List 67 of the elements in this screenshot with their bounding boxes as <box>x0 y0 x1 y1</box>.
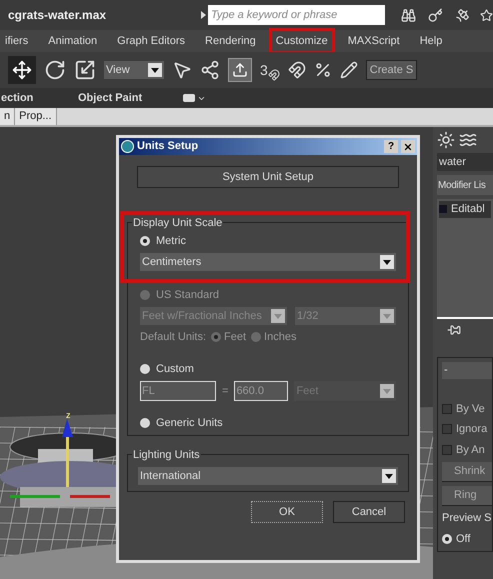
checkbox[interactable]: By An <box>442 442 492 458</box>
close-button[interactable] <box>401 140 415 153</box>
dialog-button[interactable]: OK <box>251 501 323 523</box>
radio-button[interactable] <box>442 534 452 544</box>
radio-label: Custom <box>156 362 194 377</box>
radio-button[interactable] <box>140 236 150 246</box>
named-selection-field[interactable]: Create S <box>366 60 418 80</box>
expand-arrow-icon[interactable] <box>200 11 206 19</box>
snap-button[interactable]: 3 <box>260 60 280 80</box>
group-label: Lighting Units <box>132 447 201 464</box>
window-title: cgrats-water.max <box>8 7 108 24</box>
search-field[interactable]: Type a keyword or phrase <box>208 5 385 25</box>
radio-label: US Standard <box>156 288 219 303</box>
angle-snap-icon[interactable] <box>288 61 306 79</box>
ribbon-menu-icon[interactable] <box>183 94 206 102</box>
dialog-title: Units Setup <box>137 139 200 154</box>
rollout-header[interactable]: - <box>442 362 492 378</box>
menu-item[interactable]: MAXScript <box>340 28 407 54</box>
close-icon <box>403 142 413 152</box>
rotate-icon[interactable] <box>44 59 66 81</box>
upload-icon <box>232 62 248 78</box>
menu-item[interactable]: ifiers <box>0 28 36 54</box>
placement-button[interactable] <box>228 58 252 82</box>
stack-item[interactable]: Editabl <box>439 201 491 218</box>
pin-icon[interactable] <box>447 323 461 337</box>
radio-label: Generic Units <box>156 416 223 431</box>
radio-button[interactable] <box>140 418 150 428</box>
move-button[interactable] <box>8 56 36 84</box>
modifier-list-dropdown[interactable]: Modifier Lis <box>437 175 493 195</box>
key-icon[interactable] <box>428 8 443 22</box>
view-dropdown[interactable]: View <box>104 61 164 79</box>
percent-snap-icon[interactable] <box>314 61 332 79</box>
menu-item[interactable]: Animation <box>41 28 104 54</box>
checkbox[interactable]: By Ve <box>442 400 492 417</box>
group-label: Preview S <box>442 511 492 526</box>
dialog-button[interactable]: Cancel <box>333 501 405 523</box>
tab[interactable]: Prop... <box>15 108 57 125</box>
radio-label: Metric <box>156 234 186 249</box>
menu-item[interactable]: Rendering <box>198 28 263 54</box>
app-logo-icon <box>121 140 134 153</box>
radio-label: Inches <box>264 330 296 345</box>
lighting-units-dropdown[interactable]: International <box>138 467 398 485</box>
radio-label: Off <box>456 532 470 546</box>
star-icon[interactable] <box>480 8 493 22</box>
satellite-icon[interactable] <box>455 8 470 22</box>
edit-named-selection-icon[interactable] <box>340 61 358 79</box>
equals-sign: = <box>222 384 228 399</box>
metric-units-dropdown[interactable]: Centimeters <box>140 253 396 271</box>
move-icon <box>12 60 32 80</box>
help-button[interactable]: ? <box>384 140 398 153</box>
magnet-icon <box>268 68 280 80</box>
menu-item[interactable]: Graph Editors <box>110 28 192 54</box>
ribbon-tab[interactable]: Object Paint <box>78 90 183 106</box>
tab[interactable]: n <box>0 108 16 125</box>
binoculars-icon[interactable] <box>401 8 416 22</box>
system-unit-setup-button[interactable]: System Unit Setup <box>137 166 399 188</box>
radio-label: Feet <box>224 330 246 345</box>
pointer-icon[interactable] <box>172 60 192 80</box>
ribbon-tab[interactable]: ection <box>1 90 78 106</box>
object-name-field[interactable]: water <box>437 153 493 171</box>
default-units-label: Default Units: <box>140 330 206 345</box>
radio-button[interactable] <box>140 364 150 374</box>
scale-icon[interactable] <box>74 59 96 81</box>
nodes-icon[interactable] <box>200 60 220 80</box>
menu-item[interactable]: Help <box>412 28 450 54</box>
checkbox[interactable]: Ignora <box>442 421 492 438</box>
axis-label: z <box>66 409 70 422</box>
